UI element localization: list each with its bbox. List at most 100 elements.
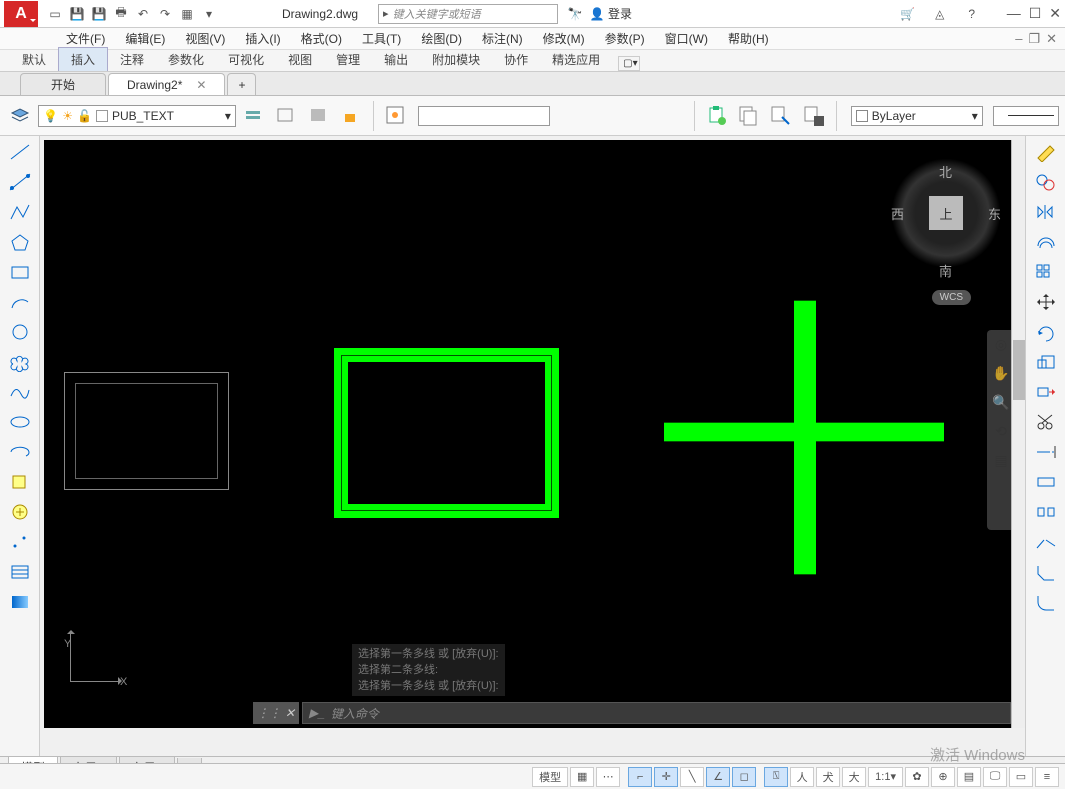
layer-lock-icon[interactable] <box>337 101 365 131</box>
mirror-icon[interactable] <box>1032 200 1060 224</box>
layer-manager-icon[interactable] <box>6 101 34 131</box>
maximize-icon[interactable]: ☐ <box>1029 5 1042 22</box>
menu-modify[interactable]: 修改(M) <box>533 28 595 49</box>
mdi-close-icon[interactable]: ✕ <box>1046 31 1057 47</box>
menu-dim[interactable]: 标注(N) <box>472 28 533 49</box>
join-icon[interactable] <box>1032 530 1060 554</box>
menu-tools[interactable]: 工具(T) <box>352 28 411 49</box>
viewcube-west[interactable]: 西 <box>891 204 904 223</box>
zoom-icon[interactable]: 🔍 <box>992 394 1009 411</box>
menu-format[interactable]: 格式(O) <box>291 28 352 49</box>
sb-iso-icon[interactable]: ╲ <box>680 767 704 787</box>
wcs-badge[interactable]: WCS <box>932 290 971 305</box>
polygon-icon[interactable] <box>6 230 34 254</box>
viewcube-east[interactable]: 东 <box>988 204 1001 223</box>
redo-icon[interactable]: ↷ <box>156 5 174 23</box>
ribbon-tab-insert[interactable]: 插入 <box>58 47 108 71</box>
sb-monitor-icon[interactable]: 🖵 <box>983 767 1007 787</box>
share-icon[interactable]: ◬ <box>931 5 949 23</box>
cut-icon[interactable] <box>767 101 795 131</box>
menu-help[interactable]: 帮助(H) <box>718 28 779 49</box>
user-icon[interactable]: 👤 <box>588 5 606 23</box>
sb-osnap-icon[interactable]: ∠ <box>706 767 730 787</box>
ribbon-tab-default[interactable]: 默认 <box>10 48 58 71</box>
ellipse-icon[interactable] <box>6 410 34 434</box>
move-icon[interactable] <box>1032 290 1060 314</box>
sb-polar-icon[interactable]: ✛ <box>654 767 678 787</box>
steering-wheel-icon[interactable]: ◎ <box>995 336 1007 353</box>
make-block-icon[interactable] <box>6 500 34 524</box>
polyline-icon[interactable] <box>6 200 34 224</box>
login-link[interactable]: 登录 <box>608 5 632 22</box>
insert-block-icon[interactable] <box>6 470 34 494</box>
arc-icon[interactable] <box>6 290 34 314</box>
pencil-icon[interactable] <box>1032 140 1060 164</box>
sb-snap-icon[interactable]: ⋯ <box>596 767 620 787</box>
cmd-handle-icon[interactable]: ⋮⋮✕ <box>253 702 299 724</box>
stretch-icon[interactable] <box>1032 380 1060 404</box>
menu-param[interactable]: 参数(P) <box>595 28 655 49</box>
sb-dyn-icon[interactable]: ⍂ <box>764 767 788 787</box>
sb-grid-icon[interactable]: ▦ <box>570 767 594 787</box>
sb-model[interactable]: 模型 <box>532 767 568 787</box>
app-logo[interactable]: A <box>4 1 38 27</box>
sb-qp-icon[interactable]: 大 <box>842 767 866 787</box>
ribbon-tab-param[interactable]: 参数化 <box>156 48 216 71</box>
circle-icon[interactable] <box>6 320 34 344</box>
color-dropdown[interactable]: ByLayer▾ <box>851 106 983 126</box>
fillet-icon[interactable] <box>1032 590 1060 614</box>
rotate-icon[interactable] <box>1032 320 1060 344</box>
copy-icon[interactable] <box>735 101 763 131</box>
rectangle-icon[interactable] <box>6 260 34 284</box>
viewcube-south[interactable]: 南 <box>939 261 952 280</box>
help-icon[interactable]: ? <box>963 5 981 23</box>
point-icon[interactable] <box>6 530 34 554</box>
gradient-icon[interactable] <box>6 590 34 614</box>
showmotion-icon[interactable]: ▤ <box>994 452 1007 469</box>
ribbon-tab-annotate[interactable]: 注释 <box>108 48 156 71</box>
ribbon-tab-collab[interactable]: 协作 <box>492 48 540 71</box>
save-icon[interactable]: 💾 <box>68 5 86 23</box>
doc-tab-close-icon[interactable]: ✕ <box>196 78 206 92</box>
sb-ortho-icon[interactable]: ⌐ <box>628 767 652 787</box>
saveall-icon[interactable]: 💾 <box>90 5 108 23</box>
construction-line-icon[interactable] <box>6 170 34 194</box>
pan-icon[interactable]: ✋ <box>992 365 1009 382</box>
doc-tab-new[interactable]: + <box>227 73 256 95</box>
menu-view[interactable]: 视图(V) <box>175 28 235 49</box>
menu-edit[interactable]: 编辑(E) <box>115 28 175 49</box>
sb-scale[interactable]: 1:1▾ <box>868 767 903 787</box>
model-canvas[interactable]: 上 北 南 西 东 WCS ◎ ✋ 🔍 ⟲ ▤ Y X <box>44 140 1021 728</box>
menu-draw[interactable]: 绘图(D) <box>411 28 472 49</box>
close-icon[interactable]: ✕ <box>1049 5 1061 22</box>
viewcube-north[interactable]: 北 <box>939 162 952 181</box>
line-icon[interactable] <box>6 140 34 164</box>
sb-anno-icon[interactable]: ⊕ <box>931 767 955 787</box>
binoculars-icon[interactable]: 🔭 <box>566 5 584 23</box>
mdi-minimize-icon[interactable]: – <box>1015 31 1022 47</box>
revcloud-icon[interactable] <box>6 350 34 374</box>
ribbon-tab-visual[interactable]: 可视化 <box>216 48 276 71</box>
chamfer-icon[interactable] <box>1032 560 1060 584</box>
cart-icon[interactable]: 🛒 <box>899 5 917 23</box>
ribbon-tab-featured[interactable]: 精选应用 <box>540 48 612 71</box>
search-input[interactable]: 键入关键字或短语 <box>378 4 558 24</box>
doc-tab-start[interactable]: 开始 <box>20 73 106 95</box>
doc-tab-current[interactable]: Drawing2*✕ <box>108 73 225 95</box>
extend-icon[interactable] <box>1032 440 1060 464</box>
undo-icon[interactable]: ↶ <box>134 5 152 23</box>
ribbon-tab-output[interactable]: 输出 <box>372 48 420 71</box>
paste-icon[interactable] <box>703 101 731 131</box>
more-icon[interactable]: ▾ <box>200 5 218 23</box>
sb-clean-icon[interactable]: ▭ <box>1009 767 1033 787</box>
ribbon-tab-addon[interactable]: 附加模块 <box>420 48 492 71</box>
layer-off-icon[interactable] <box>305 101 333 131</box>
hatch-icon[interactable] <box>6 560 34 584</box>
save-block-icon[interactable] <box>800 101 828 131</box>
trim-icon[interactable] <box>1032 410 1060 434</box>
sb-gear-icon[interactable]: ✿ <box>905 767 929 787</box>
command-line[interactable]: ⋮⋮✕ ▶_ 键入命令 <box>302 702 1011 724</box>
sb-ws-icon[interactable]: ▤ <box>957 767 981 787</box>
sb-otrack-icon[interactable]: ◻ <box>732 767 756 787</box>
vertical-scrollbar[interactable] <box>1011 140 1025 728</box>
